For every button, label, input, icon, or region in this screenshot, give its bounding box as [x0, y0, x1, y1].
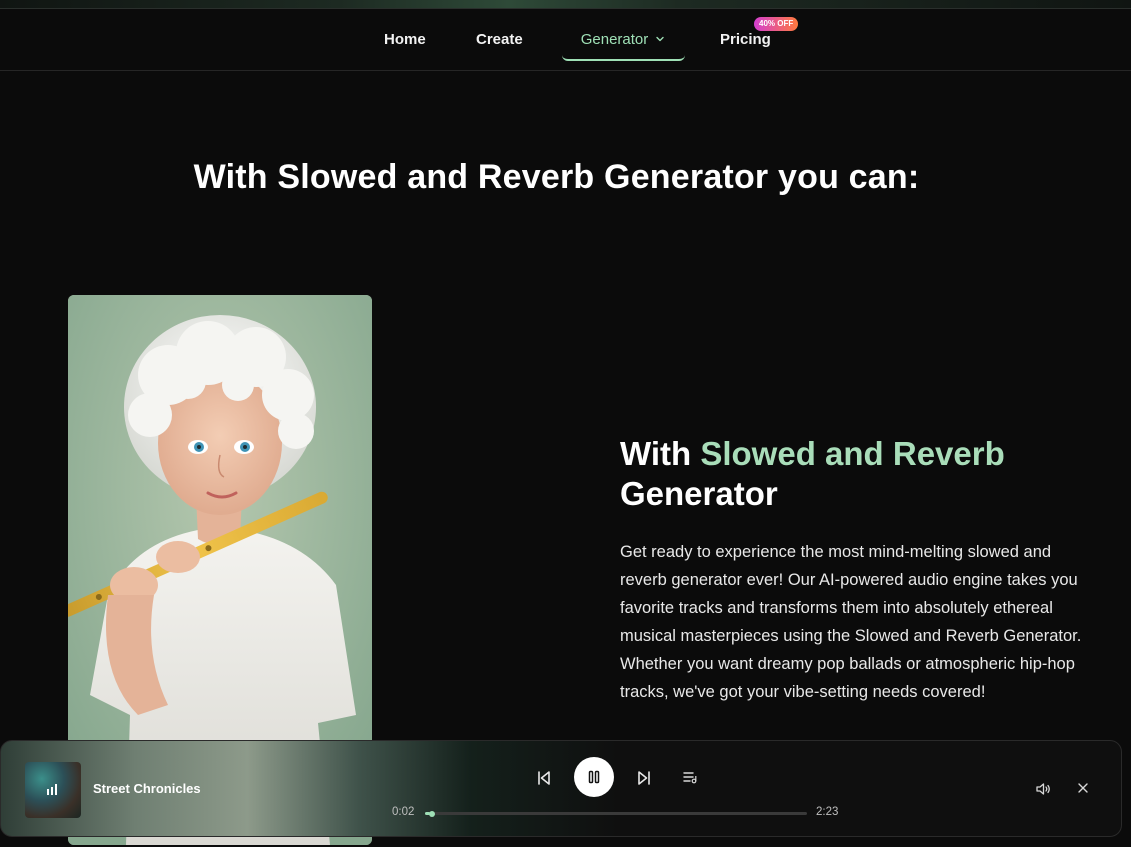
nav-pricing[interactable]: Pricing	[720, 31, 771, 48]
top-gradient-strip	[0, 0, 1131, 8]
feature-line: Get ready to experience the most mind-me…	[620, 543, 1052, 561]
feature-line: reverb generator ever! Our AI-powered au…	[620, 571, 1078, 589]
progress-bar[interactable]	[425, 810, 807, 817]
close-player-button[interactable]	[1074, 779, 1092, 797]
nav-generator-label: Generator	[580, 30, 649, 48]
feature-title-suffix: Generator	[620, 475, 778, 512]
feature-description: Get ready to experience the most mind-me…	[620, 538, 1131, 706]
progress-handle[interactable]	[429, 810, 436, 817]
feature-line: tracks, we've got your vibe-setting need…	[620, 683, 986, 701]
feature-title-prefix: With	[620, 435, 701, 472]
current-time: 0:02	[392, 806, 415, 818]
feature-line: Whether you want dreamy pop ballads or a…	[620, 655, 1075, 673]
total-time: 2:23	[816, 806, 839, 818]
nav-home[interactable]: Home	[384, 31, 426, 48]
next-track-button[interactable]	[633, 767, 655, 789]
pause-icon	[588, 770, 600, 784]
feature-line: favorite tracks and transforms them into…	[620, 599, 1053, 617]
album-cover[interactable]	[25, 762, 81, 818]
queue-icon	[683, 772, 697, 784]
volume-button[interactable]	[1033, 779, 1053, 799]
pause-button[interactable]	[574, 757, 614, 797]
close-icon	[1078, 783, 1088, 793]
nav-generator[interactable]: Generator	[562, 19, 685, 61]
feature-title: With Slowed and Reverb Generator	[620, 434, 1120, 514]
feature-line: musical masterpieces using the Slowed an…	[620, 627, 1082, 645]
discount-badge: 40% OFF	[754, 17, 799, 31]
audio-player-bar: Street Chronicles 0:02 2:23	[0, 740, 1122, 837]
section-headline: With Slowed and Reverb Generator you can…	[193, 158, 920, 196]
feature-title-accent: Slowed and Reverb	[700, 435, 1005, 472]
main-nav: Home Create Generator Pricing 40% OFF	[0, 9, 1131, 71]
skip-back-icon	[538, 771, 550, 785]
previous-track-button[interactable]	[533, 767, 555, 789]
queue-button[interactable]	[680, 767, 700, 787]
volume-icon	[1036, 783, 1050, 795]
chevron-down-icon	[656, 36, 664, 42]
nav-create[interactable]: Create	[476, 31, 523, 48]
equalizer-icon	[47, 784, 57, 795]
skip-forward-icon	[638, 771, 650, 785]
track-title: Street Chronicles	[93, 781, 201, 796]
